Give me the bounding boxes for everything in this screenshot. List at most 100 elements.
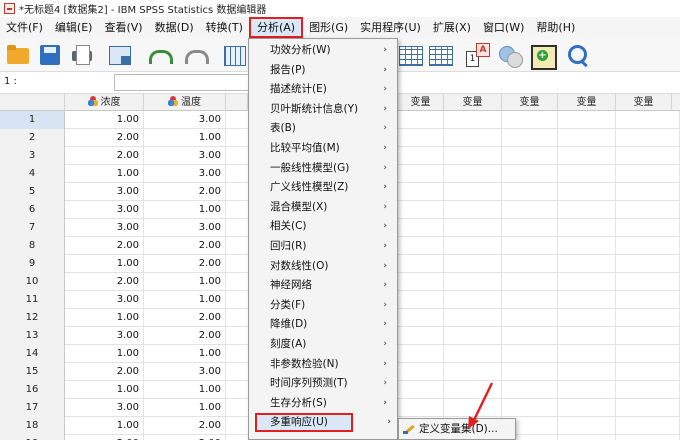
row-number[interactable]: 10 (0, 273, 65, 291)
cell-concentration[interactable]: 3.00 (65, 183, 144, 201)
menu-file[interactable]: 文件(F) (0, 17, 49, 38)
cell-empty[interactable] (444, 327, 502, 345)
cell-empty[interactable] (444, 111, 502, 129)
cell-empty[interactable] (558, 345, 616, 363)
column-header-var[interactable] (226, 94, 248, 111)
cell-concentration[interactable]: 1.00 (65, 345, 144, 363)
cell-empty[interactable] (398, 129, 444, 147)
cell-empty[interactable] (558, 219, 616, 237)
column-header-var[interactable]: 变量 (444, 94, 502, 111)
cell-empty[interactable] (616, 309, 680, 327)
cell-empty[interactable] (616, 111, 680, 129)
cell-empty[interactable] (444, 237, 502, 255)
column-header-var[interactable]: 变量 (398, 94, 444, 111)
cell-empty[interactable] (444, 363, 502, 381)
select-cases-icon[interactable] (428, 43, 453, 67)
cell-empty[interactable] (502, 363, 558, 381)
cell-empty[interactable] (616, 417, 680, 435)
menu-item-11[interactable]: 对数线性(O) › (249, 257, 397, 277)
cell-concentration[interactable]: 2.00 (65, 435, 144, 440)
cell-empty[interactable] (558, 327, 616, 345)
cell-empty[interactable] (558, 255, 616, 273)
menu-item-5[interactable]: 比较平均值(M) › (249, 139, 397, 159)
row-number[interactable]: 11 (0, 291, 65, 309)
cell-empty[interactable] (502, 399, 558, 417)
cell-empty[interactable] (558, 237, 616, 255)
row-number[interactable]: 8 (0, 237, 65, 255)
cell-empty[interactable] (616, 129, 680, 147)
menu-item-14[interactable]: 降维(D) › (249, 315, 397, 335)
cell-empty[interactable] (558, 111, 616, 129)
cell-concentration[interactable]: 2.00 (65, 147, 144, 165)
cell-empty[interactable] (444, 147, 502, 165)
cell-empty[interactable] (558, 435, 616, 440)
cell-empty[interactable] (398, 273, 444, 291)
menu-item-18[interactable]: 生存分析(S) › (249, 394, 397, 414)
cell-concentration[interactable]: 3.00 (65, 327, 144, 345)
cell-empty[interactable] (616, 363, 680, 381)
cell-empty[interactable] (502, 165, 558, 183)
cell-concentration[interactable]: 2.00 (65, 363, 144, 381)
cell-empty[interactable] (398, 111, 444, 129)
column-header-var[interactable]: 变量 (558, 94, 616, 111)
cell-empty[interactable] (502, 345, 558, 363)
menu-help[interactable]: 帮助(H) (530, 17, 581, 38)
cell-empty[interactable] (398, 309, 444, 327)
cell-temperature[interactable]: 1.00 (144, 129, 226, 147)
cell-empty[interactable] (398, 291, 444, 309)
column-header-var[interactable]: 变量 (616, 94, 672, 111)
column-header-concentration[interactable]: 浓度 (65, 94, 144, 111)
menu-item-15[interactable]: 刻度(A) › (249, 335, 397, 355)
cell-temperature[interactable]: 1.00 (144, 291, 226, 309)
cell-empty[interactable] (444, 309, 502, 327)
cell-empty[interactable] (398, 327, 444, 345)
row-number[interactable]: 5 (0, 183, 65, 201)
menu-item-6[interactable]: 一般线性模型(G) › (249, 159, 397, 179)
cell-temperature[interactable]: 3.00 (144, 363, 226, 381)
row-number[interactable]: 4 (0, 165, 65, 183)
row-number[interactable]: 6 (0, 201, 65, 219)
cell-empty[interactable] (502, 183, 558, 201)
cell-empty[interactable] (502, 111, 558, 129)
cell-empty[interactable] (502, 237, 558, 255)
cell-empty[interactable] (616, 435, 680, 440)
cell-empty[interactable] (616, 381, 680, 399)
cell-temperature[interactable]: 2.00 (144, 183, 226, 201)
cell-empty[interactable] (502, 291, 558, 309)
cell-temperature[interactable]: 1.00 (144, 345, 226, 363)
cell-temperature[interactable]: 1.00 (144, 201, 226, 219)
cell-empty[interactable] (398, 363, 444, 381)
cell-empty[interactable] (398, 381, 444, 399)
cell-empty[interactable] (444, 291, 502, 309)
cell-empty[interactable] (616, 237, 680, 255)
row-number[interactable]: 7 (0, 219, 65, 237)
goto-case-icon[interactable] (222, 43, 246, 67)
cell-temperature[interactable]: 2.00 (144, 309, 226, 327)
redo-icon[interactable] (182, 43, 209, 67)
cell-concentration[interactable]: 3.00 (65, 291, 144, 309)
menu-item-16[interactable]: 非参数检验(N) › (249, 355, 397, 375)
row-number[interactable]: 9 (0, 255, 65, 273)
cell-temperature[interactable]: 1.00 (144, 273, 226, 291)
save-icon[interactable] (38, 43, 62, 67)
cell-concentration[interactable]: 1.00 (65, 165, 144, 183)
row-number[interactable]: 13 (0, 327, 65, 345)
menu-item-0[interactable]: 功效分析(W) › (249, 41, 397, 61)
cell-empty[interactable] (558, 273, 616, 291)
cell-empty[interactable] (398, 183, 444, 201)
cell-empty[interactable] (616, 183, 680, 201)
folder-icon[interactable] (6, 43, 30, 67)
row-number[interactable]: 17 (0, 399, 65, 417)
cell-empty[interactable] (616, 219, 680, 237)
cell-concentration[interactable]: 2.00 (65, 273, 144, 291)
cell-empty[interactable] (616, 147, 680, 165)
search-icon[interactable] (566, 43, 590, 67)
cell-temperature[interactable]: 2.00 (144, 237, 226, 255)
cell-concentration[interactable]: 3.00 (65, 399, 144, 417)
cell-temperature[interactable]: 1.00 (144, 381, 226, 399)
weight-cases-icon[interactable] (466, 43, 490, 67)
cell-concentration[interactable]: 2.00 (65, 129, 144, 147)
menu-item-4[interactable]: 表(B) › (249, 119, 397, 139)
row-number[interactable]: 12 (0, 309, 65, 327)
cell-empty[interactable] (616, 327, 680, 345)
